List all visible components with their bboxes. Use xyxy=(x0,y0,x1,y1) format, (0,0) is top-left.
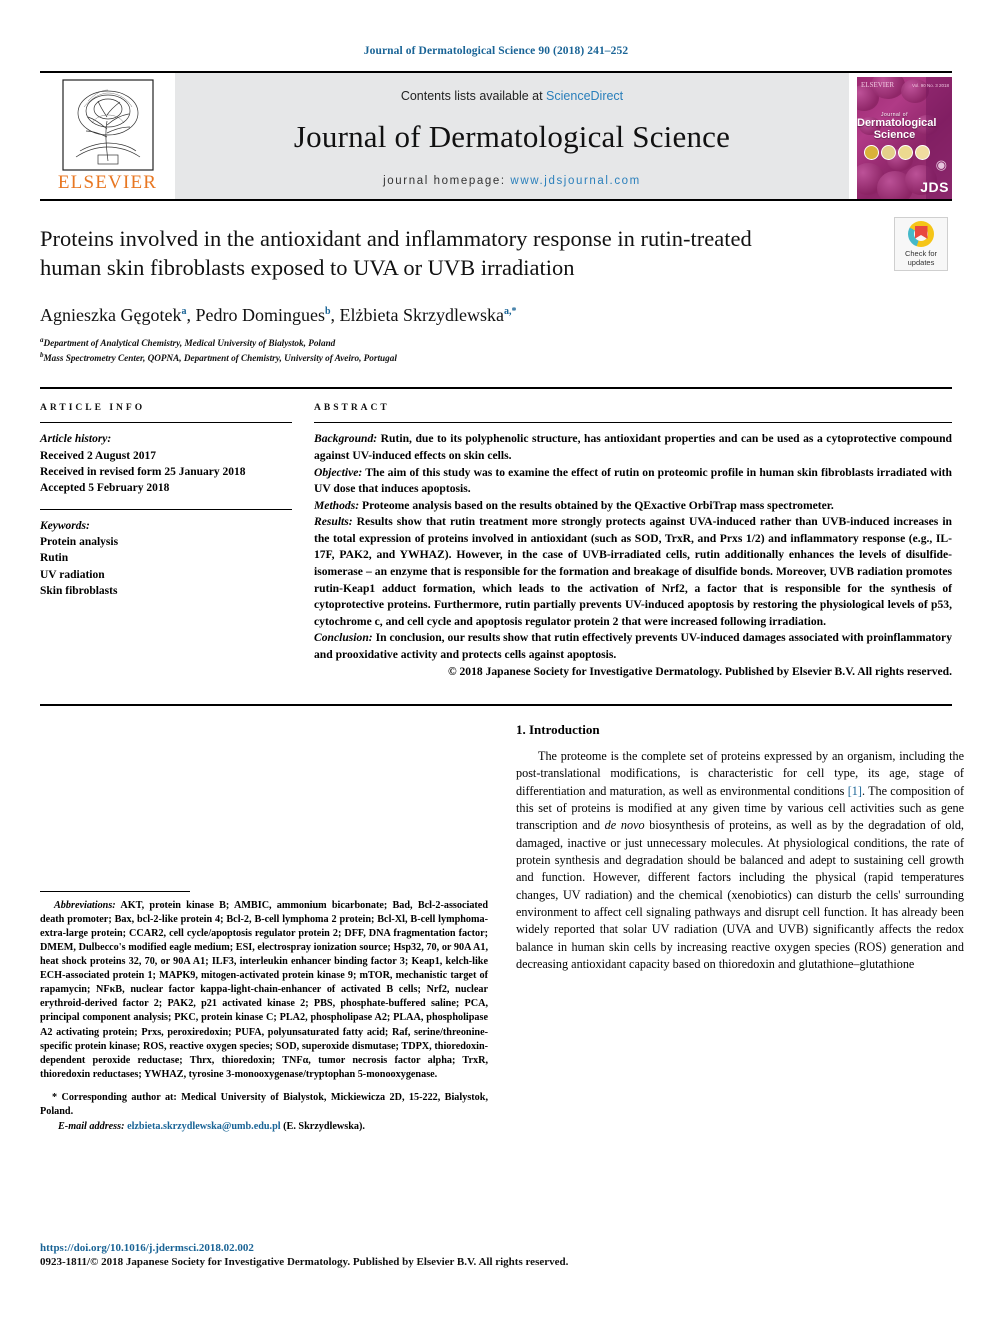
footnote-divider xyxy=(40,890,190,892)
abstract-section: Methods: Proteome analysis based on the … xyxy=(314,498,952,515)
divider xyxy=(40,508,292,510)
info-abstract-section: ARTICLE INFO Article history: Received 2… xyxy=(40,387,952,680)
abstract-section: Objective: The aim of this study was to … xyxy=(314,465,952,498)
affiliation-item: bMass Spectrometry Center, QOPNA, Depart… xyxy=(40,350,952,365)
affiliation-list: aDepartment of Analytical Chemistry, Med… xyxy=(40,335,952,366)
abstract-section: Background: Rutin, due to its polyphenol… xyxy=(314,431,952,464)
paper-page: Journal of Dermatological Science 90 (20… xyxy=(0,0,992,1323)
abstract-section: Results: Results show that rutin treatme… xyxy=(314,514,952,630)
affiliation-item: aDepartment of Analytical Chemistry, Med… xyxy=(40,335,952,350)
abstract-section-label: Objective: xyxy=(314,465,363,479)
abstract-section-text: In conclusion, our results show that rut… xyxy=(314,631,952,661)
abstract-section-label: Conclusion: xyxy=(314,631,373,645)
running-head: Journal of Dermatological Science 90 (20… xyxy=(363,45,629,57)
cover-image: ELSEVIER Vol. 90 No. 3 2018 Journal of D… xyxy=(857,77,952,199)
keywords-block: Keywords: Protein analysis Rutin UV radi… xyxy=(40,518,292,600)
keyword-item: Skin fibroblasts xyxy=(40,585,118,598)
introduction-heading: 1. Introduction xyxy=(516,722,600,738)
keyword-item: Protein analysis xyxy=(40,536,119,549)
sciencedirect-link[interactable]: ScienceDirect xyxy=(546,89,623,103)
affiliation-text: Mass Spectrometry Center, QOPNA, Departm… xyxy=(43,353,397,364)
abbreviations-footnote: Abbreviations: AKT, protein kinase B; AM… xyxy=(40,899,488,1082)
citation-reference-1[interactable]: [1] xyxy=(848,784,862,798)
article-history-label: Article history: xyxy=(40,433,112,446)
journal-title: Journal of Dermatological Science xyxy=(293,119,731,154)
elsevier-tree-icon xyxy=(61,79,154,171)
article-info-heading: ARTICLE INFO xyxy=(40,403,146,414)
journal-homepage-line: journal homepage: www.jdsjournal.com xyxy=(185,175,839,187)
homepage-prefix: journal homepage: xyxy=(383,175,511,187)
cover-journal-title: Journal of Dermatological Science xyxy=(857,112,936,141)
cover-volume-label: Vol. 90 No. 3 2018 xyxy=(911,83,949,88)
crossmark-icon xyxy=(908,220,934,247)
issn-copyright-line: 0923-1811/© 2018 Japanese Society for In… xyxy=(40,1256,569,1268)
email-footnote: E-mail address: elzbieta.skrzydlewska@um… xyxy=(40,1120,488,1134)
email-link[interactable]: elzbieta.skrzydlewska@umb.edu.pl xyxy=(127,1121,281,1132)
crossmark-badge[interactable]: Check for updates xyxy=(894,217,948,271)
crossmark-label: Check for updates xyxy=(905,249,937,267)
left-body-column: Abbreviations: AKT, protein kinase B; AM… xyxy=(40,722,488,1134)
journal-masthead: ELSEVIER Contents lists available at Sci… xyxy=(40,71,952,199)
doi-link[interactable]: https://doi.org/10.1016/j.jdermsci.2018.… xyxy=(40,1242,952,1254)
abstract-heading: ABSTRACT xyxy=(314,403,390,414)
elsevier-logo: ELSEVIER xyxy=(40,73,175,199)
abstract-copyright: © 2018 Japanese Society for Investigativ… xyxy=(447,664,952,678)
abstract-section-label: Results: xyxy=(314,515,353,529)
article-history-item: Received 2 August 2017 xyxy=(40,449,156,462)
right-body-column: 1. Introduction The proteome is the comp… xyxy=(516,722,964,1134)
article-history-item: Accepted 5 February 2018 xyxy=(40,482,170,495)
corresponding-author-footnote: * Corresponding author at: Medical Unive… xyxy=(40,1091,488,1119)
introduction-italic-phrase: de novo xyxy=(604,818,645,833)
crossmark-label-line2: updates xyxy=(907,257,935,267)
abbreviations-label: Abbreviations: xyxy=(54,899,116,911)
masthead-center: Contents lists available at ScienceDirec… xyxy=(175,73,849,199)
cover-title-line1: Dermatological xyxy=(857,117,937,130)
divider xyxy=(314,422,952,424)
footnotes-block: Abbreviations: AKT, protein kinase B; AM… xyxy=(40,890,488,1134)
abstract-column: ABSTRACT Background: Rutin, due to its p… xyxy=(314,403,952,680)
keyword-item: Rutin xyxy=(40,552,69,565)
page-footer: https://doi.org/10.1016/j.jdermsci.2018.… xyxy=(40,1242,952,1268)
journal-homepage-link[interactable]: www.jdsjournal.com xyxy=(510,175,640,187)
cover-publisher-label: ELSEVIER xyxy=(861,81,895,89)
cover-emblem-icon: ◉ xyxy=(935,157,947,172)
keywords-label: Keywords: xyxy=(40,519,90,532)
introduction-paragraph: The proteome is the complete set of prot… xyxy=(516,749,965,972)
email-suffix: (E. Skrzydlewska). xyxy=(280,1121,365,1132)
contents-available-line: Contents lists available at ScienceDirec… xyxy=(185,89,839,103)
contents-prefix: Contents lists available at xyxy=(400,89,547,103)
article-history-block: Article history: Received 2 August 2017 … xyxy=(40,431,292,496)
cover-title-line2: Science xyxy=(873,128,916,141)
journal-cover-thumbnail[interactable]: ELSEVIER Vol. 90 No. 3 2018 Journal of D… xyxy=(857,73,952,199)
elsevier-wordmark: ELSEVIER xyxy=(57,172,158,193)
abstract-section-text: Rutin, due to its polyphenolic structure… xyxy=(314,432,952,462)
body-columns: Abbreviations: AKT, protein kinase B; AM… xyxy=(40,704,964,1134)
divider xyxy=(40,422,292,424)
article-history-item: Received in revised form 25 January 2018 xyxy=(40,466,246,479)
abstract-section-label: Methods: xyxy=(314,498,360,512)
affiliation-text: Department of Analytical Chemistry, Medi… xyxy=(43,337,336,348)
cover-petri-dishes xyxy=(864,145,930,160)
abstract-section-text: Results show that rutin treatment more s… xyxy=(314,515,952,628)
cover-acronym: JDS xyxy=(920,179,949,195)
abstract-section-text: Proteome analysis based on the results o… xyxy=(359,498,834,512)
email-label: E-mail address: xyxy=(58,1121,125,1132)
abstract-section-text: The aim of this study was to examine the… xyxy=(314,465,952,496)
abstract-section-label: Background: xyxy=(314,432,378,446)
title-block: Proteins involved in the antioxidant and… xyxy=(40,199,952,365)
abbreviations-text: AKT, protein kinase B; AMBIC, ammonium b… xyxy=(40,899,488,1080)
article-info-column: ARTICLE INFO Article history: Received 2… xyxy=(40,403,292,680)
corresponding-text: Corresponding author at: Medical Univers… xyxy=(40,1091,488,1117)
abstract-section: Conclusion: In conclusion, our results s… xyxy=(314,630,952,663)
page-title: Proteins involved in the antioxidant and… xyxy=(40,226,752,280)
abstract-body: Background: Rutin, due to its polyphenol… xyxy=(314,431,952,680)
keyword-item: UV radiation xyxy=(40,568,105,581)
author-list: Agnieszka Gęgoteka, Pedro Dominguesb, El… xyxy=(40,304,517,325)
